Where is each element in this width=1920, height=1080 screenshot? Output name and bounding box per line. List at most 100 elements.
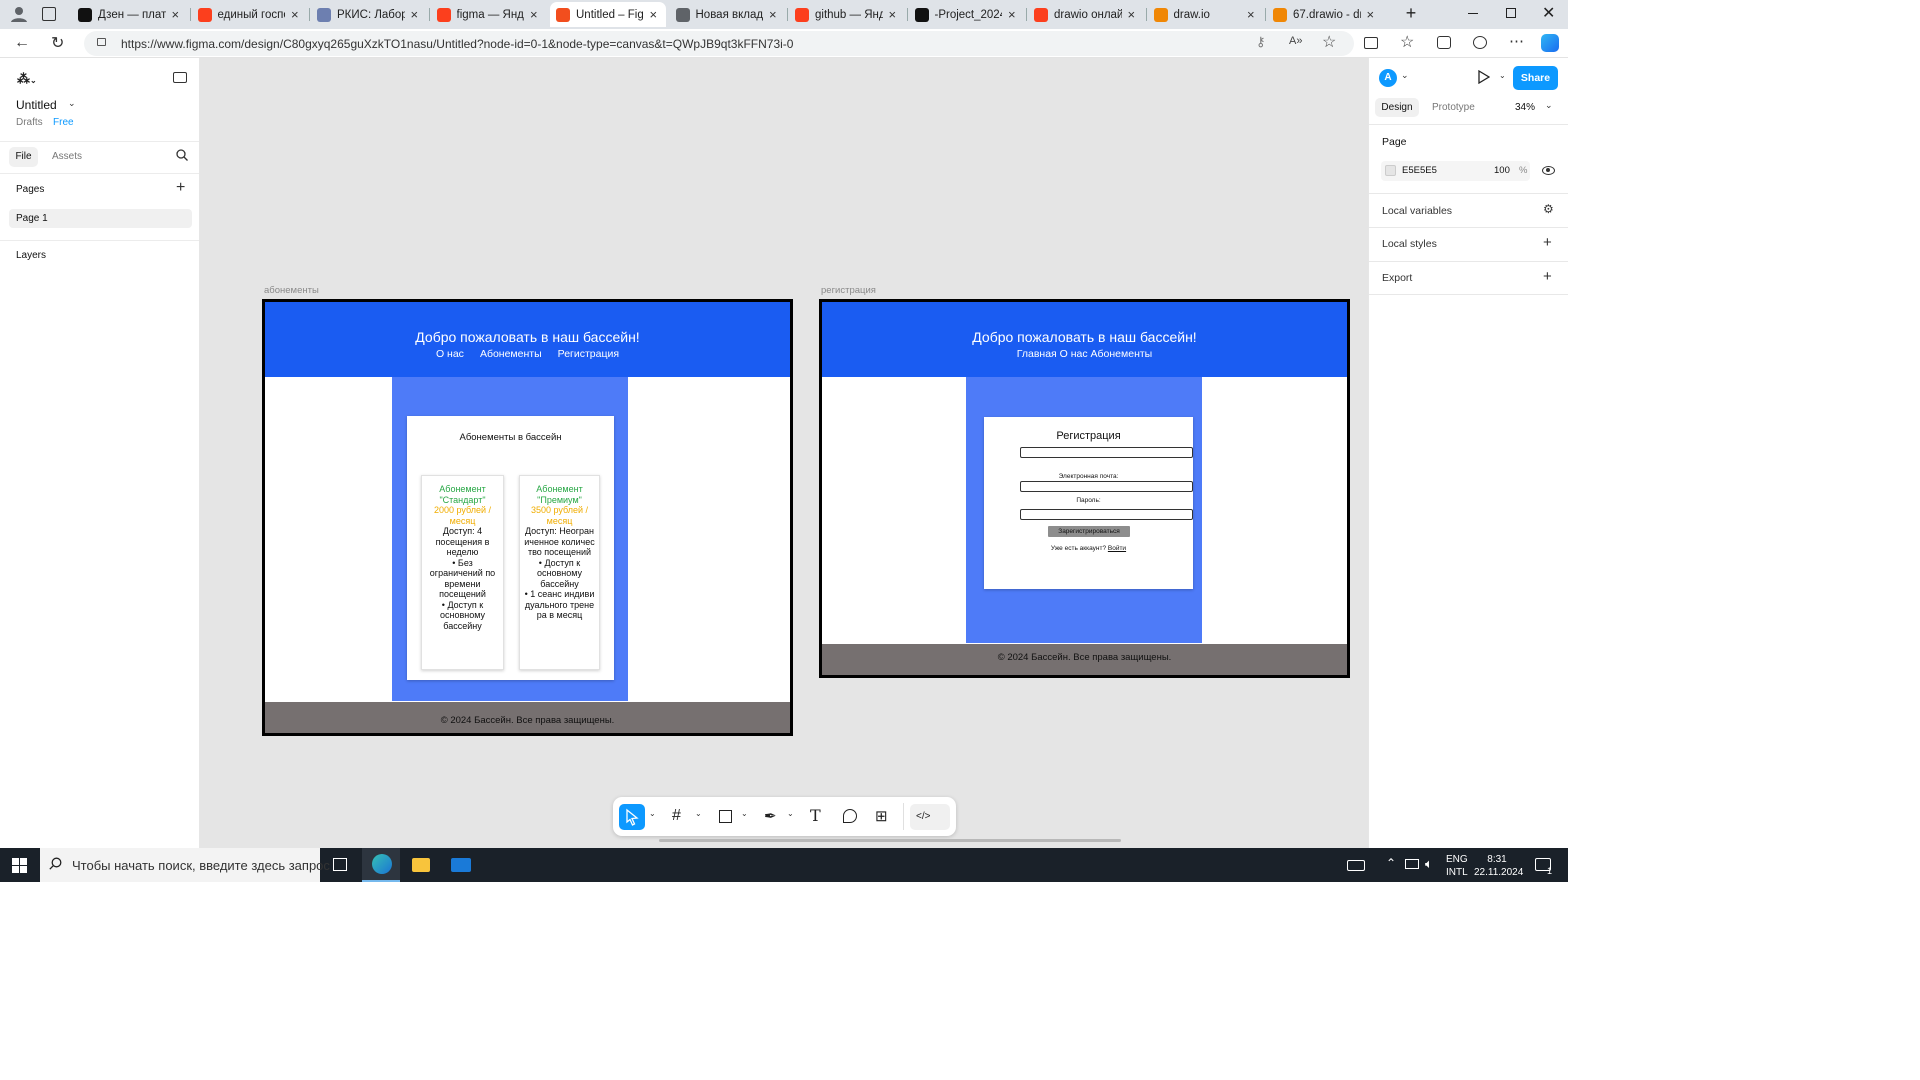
browser-tab[interactable]: Дзен — платфо × (72, 2, 188, 27)
back-icon[interactable]: ← (14, 34, 30, 52)
minimize-button[interactable] (1468, 13, 1478, 14)
tab-design[interactable]: Design (1375, 98, 1419, 117)
browser-tab[interactable]: Untitled – Figm × (550, 2, 666, 27)
add-page-icon[interactable]: + (176, 179, 185, 197)
url-text[interactable]: https://www.figma.com/design/C80gxyq265g… (121, 37, 793, 51)
pen-tool-chevron-icon[interactable]: ⌄ (787, 809, 794, 818)
variables-settings-icon[interactable]: ⚙ (1543, 202, 1554, 216)
register-button[interactable]: Зарегистрироваться (1048, 526, 1130, 537)
comment-tool-icon[interactable] (843, 809, 857, 823)
windows-start-icon[interactable] (12, 858, 27, 873)
input-language[interactable]: ENG INTL (1446, 853, 1468, 879)
collections-icon[interactable] (1437, 36, 1451, 49)
key-icon[interactable]: ⚷ (1256, 34, 1266, 50)
close-tab-icon[interactable]: × (172, 7, 182, 22)
page-list-item[interactable]: Page 1 (9, 209, 192, 228)
login-link[interactable]: Войти (1108, 545, 1126, 552)
local-variables-row[interactable]: Local variables (1382, 205, 1452, 217)
drafts-link[interactable]: Drafts (16, 117, 43, 128)
keyboard-icon[interactable] (1347, 860, 1365, 871)
split-screen-icon[interactable] (1364, 37, 1378, 49)
avatar[interactable]: A (1379, 69, 1397, 87)
color-hex[interactable]: E5E5E5 (1402, 165, 1437, 176)
visibility-eye-icon[interactable] (1542, 166, 1555, 175)
rectangle-tool-icon[interactable] (719, 810, 732, 823)
horizontal-scrollbar[interactable] (659, 839, 1121, 842)
move-tool-icon[interactable] (619, 804, 645, 830)
zoom-chevron-icon[interactable]: ⌄ (1545, 100, 1553, 111)
present-chevron-icon[interactable]: ⌄ (1499, 71, 1506, 80)
local-styles-row[interactable]: Local styles (1382, 238, 1437, 250)
clock[interactable]: 8:31 22.11.2024 (1474, 853, 1523, 879)
browser-tab[interactable]: Новая вкладка × (670, 2, 786, 27)
browser-tab[interactable]: github — Яндек × (789, 2, 905, 27)
opacity-value[interactable]: 100 (1494, 165, 1510, 176)
close-tab-icon[interactable]: × (411, 7, 421, 22)
edge-taskbar-icon[interactable] (362, 848, 400, 882)
tab-file[interactable]: File (9, 147, 38, 167)
zoom-level[interactable]: 34% (1515, 102, 1535, 113)
browser-essentials-icon[interactable] (1473, 36, 1487, 49)
new-tab-button[interactable]: + (1401, 3, 1421, 23)
close-tab-icon[interactable]: × (1247, 7, 1257, 22)
taskbar-search[interactable]: Чтобы начать поиск, введите здесь запрос (40, 848, 330, 882)
browser-tab[interactable]: draw.io × (1148, 2, 1264, 27)
close-tab-icon[interactable]: × (650, 7, 660, 22)
volume-icon[interactable]: 🔈︎ (1425, 856, 1433, 872)
actions-tool-icon[interactable]: ⊞ (875, 807, 888, 825)
nav-link-registration[interactable]: Регистрация (558, 348, 619, 360)
favorite-star-icon[interactable]: ☆ (1322, 32, 1336, 52)
share-button[interactable]: Share (1513, 66, 1558, 90)
search-icon[interactable] (176, 149, 188, 161)
nav-link-subscriptions[interactable]: Абонементы (480, 348, 542, 360)
tab-assets[interactable]: Assets (52, 151, 82, 162)
reload-icon[interactable]: ↻ (51, 33, 64, 53)
pen-tool-icon[interactable]: ✒ (764, 807, 777, 825)
favorites-icon[interactable]: ☆ (1400, 32, 1414, 52)
file-explorer-icon[interactable] (412, 858, 430, 872)
browser-tab[interactable]: drawio онлайн - × (1028, 2, 1144, 27)
plan-badge[interactable]: Free (53, 117, 74, 128)
close-tab-icon[interactable]: × (1367, 7, 1377, 22)
browser-tab[interactable]: -Project_2024_Z × (909, 2, 1025, 27)
read-aloud-icon[interactable]: A» (1289, 35, 1302, 47)
close-tab-icon[interactable]: × (889, 7, 899, 22)
site-nav[interactable]: Главная О нас Абонементы (822, 348, 1347, 360)
close-tab-icon[interactable]: × (1128, 7, 1138, 22)
browser-tab[interactable]: единый госпор × (192, 2, 308, 27)
file-name[interactable]: Untitled (16, 98, 57, 112)
toggle-sidebar-icon[interactable] (173, 72, 187, 83)
file-menu-chevron-icon[interactable]: ⌄ (68, 98, 76, 109)
add-export-icon[interactable]: + (1543, 268, 1552, 285)
close-window-button[interactable]: ✕ (1542, 3, 1555, 23)
more-menu-icon[interactable]: ⋯ (1509, 32, 1524, 50)
tab-actions-icon[interactable] (42, 7, 56, 21)
profile-icon[interactable] (10, 5, 28, 23)
tab-prototype[interactable]: Prototype (1432, 102, 1475, 113)
dev-mode-icon[interactable]: </> (910, 804, 950, 830)
browser-tab[interactable]: figma — Яндекс × (431, 2, 547, 27)
browser-tab[interactable]: 67.drawio - drav × (1267, 2, 1383, 27)
close-tab-icon[interactable]: × (530, 7, 540, 22)
close-tab-icon[interactable]: × (769, 7, 779, 22)
avatar-chevron-icon[interactable]: ⌄ (1401, 70, 1409, 81)
move-tool-chevron-icon[interactable]: ⌄ (649, 809, 656, 818)
copilot-icon[interactable] (1541, 34, 1559, 52)
email-field[interactable] (1020, 481, 1193, 492)
task-view-icon[interactable] (333, 858, 347, 871)
present-icon[interactable] (1478, 70, 1490, 84)
add-style-icon[interactable]: + (1543, 234, 1552, 251)
page-bg-color-field[interactable]: E5E5E5 100 % (1381, 161, 1530, 181)
close-tab-icon[interactable]: × (1008, 7, 1018, 22)
figma-main-menu-icon[interactable]: ⁂⌄ (17, 71, 37, 87)
restore-button[interactable] (1506, 8, 1516, 18)
frame-subscriptions[interactable]: Добро пожаловать в наш бассейн! О нас Аб… (262, 299, 793, 736)
text-tool-icon[interactable]: T (810, 806, 821, 825)
close-tab-icon[interactable]: × (291, 7, 301, 22)
frame-label-subscriptions[interactable]: абонементы (264, 285, 319, 296)
browser-tab[interactable]: РКИС: Лаборат × (311, 2, 427, 27)
address-bar[interactable]: https://www.figma.com/design/C80gxyq265g… (84, 31, 1354, 56)
network-icon[interactable] (1405, 859, 1419, 869)
rectangle-tool-chevron-icon[interactable]: ⌄ (741, 809, 748, 818)
tray-chevron-icon[interactable]: ⌃ (1386, 856, 1396, 870)
